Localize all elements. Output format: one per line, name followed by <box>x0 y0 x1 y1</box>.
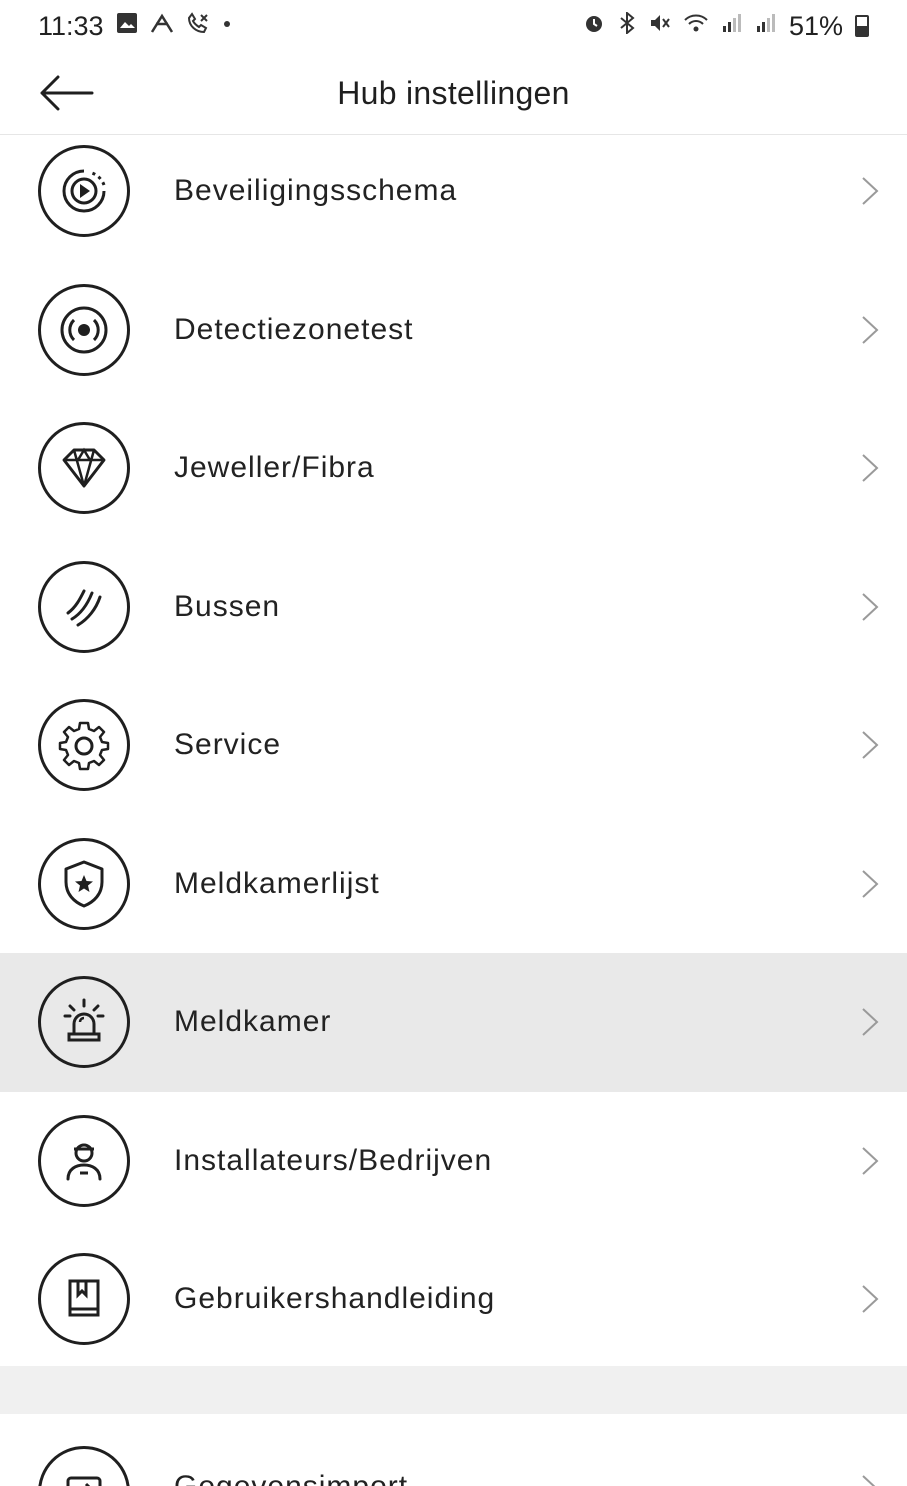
menu-item-service[interactable]: Service <box>0 676 907 815</box>
detection-zone-icon <box>38 283 130 376</box>
shield-star-icon <box>38 837 130 930</box>
signal-icon <box>755 12 777 41</box>
menu-item-meldkamer[interactable]: Meldkamer <box>0 953 907 1092</box>
menu-item-meldkamerlijst[interactable]: Meldkamerlijst <box>0 815 907 954</box>
page-title: Hub instellingen <box>337 74 570 111</box>
import-icon <box>38 1446 130 1486</box>
wifi-icon <box>683 12 709 41</box>
chevron-right-icon <box>859 454 881 482</box>
schedule-play-icon <box>38 145 130 238</box>
menu-item-label: Bussen <box>174 589 281 623</box>
menu-item-label: Gebruikershandleiding <box>174 1282 496 1316</box>
menu-item-label: Service <box>174 728 282 762</box>
back-button[interactable] <box>36 70 96 116</box>
menu-item-label: Meldkamerlijst <box>174 866 380 900</box>
chevron-right-icon <box>859 1285 881 1313</box>
chevron-right-icon <box>859 731 881 759</box>
menu-item-bussen[interactable]: Bussen <box>0 538 907 677</box>
chevron-right-icon <box>859 593 881 621</box>
menu-item-detectiezonetest[interactable]: Detectiezonetest <box>0 261 907 400</box>
menu-item-gebruikershandleiding[interactable]: Gebruikershandleiding <box>0 1230 907 1369</box>
bus-waves-icon <box>38 560 130 653</box>
settings-list: Beveiligingsschema Detectiezonetest Jewe… <box>0 122 907 1369</box>
alarm-icon <box>583 12 605 41</box>
menu-item-label: Meldkamer <box>174 1005 332 1039</box>
chevron-right-icon <box>859 1008 881 1036</box>
chevron-right-icon <box>859 316 881 344</box>
menu-item-installateurs-bedrijven[interactable]: Installateurs/Bedrijven <box>0 1092 907 1231</box>
dot-icon <box>222 12 232 41</box>
menu-item-gegevensimport[interactable]: Gegevensimport <box>0 1414 907 1486</box>
gear-icon <box>38 699 130 792</box>
arrow-left-icon <box>40 75 94 111</box>
signal-icon <box>721 12 743 41</box>
status-left: 11:33 <box>38 11 232 42</box>
status-bar: 11:33 51% <box>0 0 907 52</box>
chevron-right-icon <box>859 1147 881 1175</box>
siren-icon <box>38 976 130 1069</box>
menu-item-jeweller-fibra[interactable]: Jeweller/Fibra <box>0 399 907 538</box>
menu-item-label: Jeweller/Fibra <box>174 451 375 485</box>
menu-item-label: Detectiezonetest <box>174 312 414 346</box>
missed-call-icon <box>186 11 210 41</box>
installer-icon <box>38 1114 130 1207</box>
roaming-icon <box>150 12 174 41</box>
battery-icon <box>855 15 869 37</box>
menu-item-label: Installateurs/Bedrijven <box>174 1143 493 1177</box>
status-time: 11:33 <box>38 10 104 41</box>
bluetooth-icon <box>617 10 637 41</box>
mute-icon <box>649 12 671 41</box>
status-right: 51% <box>583 10 869 42</box>
chevron-right-icon <box>859 870 881 898</box>
diamond-icon <box>38 422 130 515</box>
chevron-right-icon <box>859 1475 881 1486</box>
menu-item-label: Gegevensimport <box>174 1470 408 1486</box>
battery-text: 51% <box>788 10 843 41</box>
section-divider <box>0 1366 907 1414</box>
chevron-right-icon <box>859 177 881 205</box>
menu-item-label: Beveiligingsschema <box>174 174 458 208</box>
menu-item-beveiligingsschema[interactable]: Beveiligingsschema <box>0 122 907 261</box>
gallery-icon <box>116 12 138 41</box>
book-icon <box>38 1253 130 1346</box>
